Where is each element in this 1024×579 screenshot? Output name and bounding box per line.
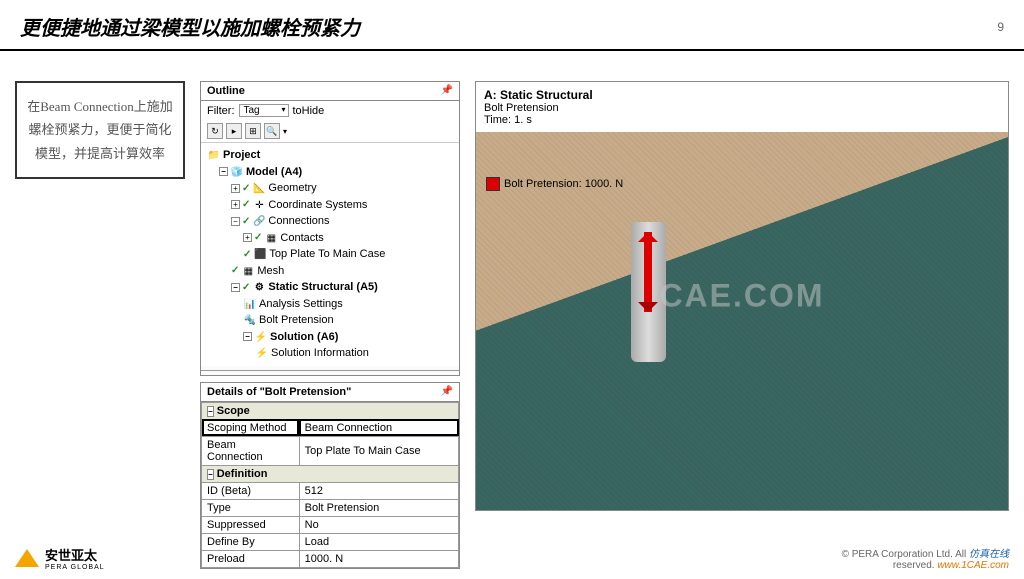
legend-swatch xyxy=(486,177,500,191)
mesh-icon: ▦ xyxy=(241,264,255,278)
collapse-toggle[interactable]: − xyxy=(207,469,214,480)
check-icon: ✓ xyxy=(242,280,250,295)
viewer-subtitle: Bolt Pretension xyxy=(484,102,559,114)
expand-icon[interactable]: ▸ xyxy=(226,123,242,139)
type-row[interactable]: TypeBolt Pretension xyxy=(202,499,459,516)
scoping-method-row[interactable]: Scoping MethodBeam Connection xyxy=(202,419,459,436)
info-icon: ⚡ xyxy=(255,346,269,360)
id-row[interactable]: ID (Beta)512 xyxy=(202,482,459,499)
suppressed-row[interactable]: SuppressedNo xyxy=(202,516,459,533)
outline-toolbar: ↻ ▸ ⊞ 🔍 ▾ xyxy=(201,120,459,143)
footer-url: www.1CAE.com xyxy=(937,560,1009,571)
geometry-icon: 📐 xyxy=(252,181,266,195)
coord-icon: ✛ xyxy=(252,198,266,212)
collapse-toggle[interactable]: − xyxy=(243,332,252,341)
pin-icon[interactable]: 📌 xyxy=(441,85,453,97)
static-icon: ⚙ xyxy=(252,280,266,294)
bolt-icon: 🔩 xyxy=(243,313,257,327)
outline-title: Outline xyxy=(207,85,245,97)
collapse-toggle[interactable]: − xyxy=(231,283,240,292)
filter-label: Filter: xyxy=(207,105,235,117)
check-icon: ✓ xyxy=(243,247,251,262)
brand-cn: 安世亚太 xyxy=(45,545,105,564)
toolbar-dropdown-icon[interactable]: ▾ xyxy=(283,127,287,136)
expand-toggle[interactable]: + xyxy=(231,200,240,209)
logo-triangle-icon xyxy=(15,549,39,567)
brand-en: PERA GLOBAL xyxy=(45,564,105,571)
collapse-toggle[interactable]: − xyxy=(207,406,214,417)
check-icon: ✓ xyxy=(242,181,250,196)
legend: Bolt Pretension: 1000. N xyxy=(486,177,623,191)
details-title: Details of "Bolt Pretension" xyxy=(207,386,351,398)
solution-icon: ⚡ xyxy=(254,330,268,344)
refresh-icon[interactable]: ↻ xyxy=(207,123,223,139)
annotation-box: 在Beam Connection上施加螺栓预紧力，更便于简化模型，并提高计算效率 xyxy=(15,81,185,179)
page-number: 9 xyxy=(997,20,1004,34)
collapse-toggle[interactable]: − xyxy=(219,167,228,176)
viewer-title: A: Static Structural xyxy=(484,88,593,102)
pin-icon[interactable]: 📌 xyxy=(441,386,453,398)
filter-dropdown[interactable]: Tag xyxy=(239,104,289,117)
page-title: 更便捷地通过梁模型以施加螺栓预紧力 xyxy=(20,12,360,41)
3d-viewer[interactable]: A: Static Structural Bolt Pretension Tim… xyxy=(475,81,1009,511)
expand-toggle[interactable]: + xyxy=(231,184,240,193)
footer-logo: 安世亚太 PERA GLOBAL xyxy=(15,545,105,571)
viewer-time: Time: 1. s xyxy=(484,114,532,126)
check-icon: ✓ xyxy=(242,214,250,229)
project-icon: 📁 xyxy=(207,148,221,162)
find-icon[interactable]: 🔍 xyxy=(264,123,280,139)
filter-text: toHide xyxy=(293,105,325,117)
beam-conn-row[interactable]: Beam ConnectionTop Plate To Main Case xyxy=(202,436,459,465)
connections-icon: 🔗 xyxy=(252,214,266,228)
collapse-icon[interactable]: ⊞ xyxy=(245,123,261,139)
collapse-toggle[interactable]: − xyxy=(231,217,240,226)
check-icon: ✓ xyxy=(242,197,250,212)
legend-label: Bolt Pretension: 1000. N xyxy=(504,178,623,190)
footer-right: © PERA Corporation Ltd. All 仿真在线 reserve… xyxy=(842,545,1009,571)
check-icon: ✓ xyxy=(254,230,262,245)
expand-toggle[interactable]: + xyxy=(243,233,252,242)
model-tree[interactable]: 📁Project −🧊Model (A4) +✓📐Geometry +✓✛Coo… xyxy=(201,143,459,366)
pretension-arrow xyxy=(644,232,652,312)
beam-icon: ⬛ xyxy=(253,247,267,261)
settings-icon: 📊 xyxy=(243,297,257,311)
model-icon: 🧊 xyxy=(230,165,244,179)
outline-panel: Outline 📌 Filter: Tag toHide ↻ ▸ ⊞ 🔍 ▾ 📁… xyxy=(200,81,460,376)
contacts-icon: ▦ xyxy=(264,231,278,245)
check-icon: ✓ xyxy=(231,263,239,278)
